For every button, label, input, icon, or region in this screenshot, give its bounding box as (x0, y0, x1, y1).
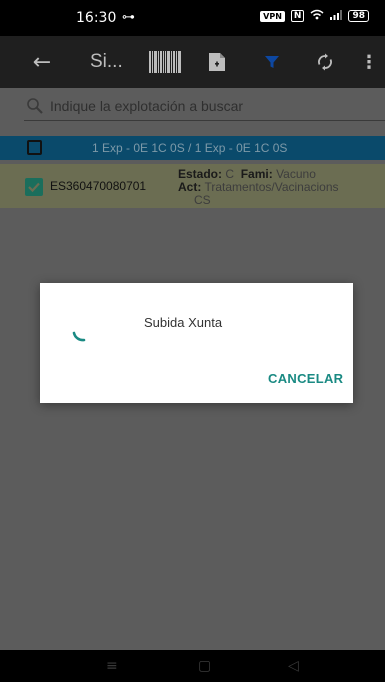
fami-value: Vacuno (276, 167, 316, 181)
item-checkbox[interactable] (25, 178, 43, 196)
overflow-menu-button[interactable]: ⋮ (360, 36, 378, 88)
battery-icon: 98 (348, 10, 369, 22)
search-bar (0, 88, 385, 124)
list-item[interactable]: ES360470080701 Estado: C Fami: Vacuno Ac… (0, 164, 385, 208)
select-all-checkbox[interactable] (27, 140, 42, 155)
status-indicators: VPN N 98 (260, 9, 369, 23)
back-button[interactable]: ← (28, 36, 56, 88)
act-value-continued: CS (194, 193, 211, 207)
file-save-icon (209, 53, 225, 71)
list-header-row[interactable]: 1 Exp - 0E 1C 0S / 1 Exp - 0E 1C 0S (0, 136, 385, 160)
nav-back-icon[interactable]: ◁ (288, 658, 299, 674)
barcode-icon (149, 51, 181, 73)
wifi-icon (310, 9, 324, 23)
cancel-button[interactable]: CANCELAR (268, 371, 343, 386)
estado-label: Estado: (178, 167, 223, 181)
check-icon (28, 182, 40, 193)
signal-icon (330, 9, 343, 23)
dialog-message: Subida Xunta (144, 315, 223, 330)
search-icon (27, 98, 43, 114)
vpn-icon: VPN (260, 10, 285, 22)
fami-label: Fami: (240, 167, 273, 181)
act-value: Tratamentos/Vacinacions (204, 180, 339, 194)
item-details: Estado: C Fami: Vacuno Act: Tratamentos/… (178, 168, 385, 207)
sync-button[interactable] (314, 36, 336, 88)
estado-value: C (225, 167, 235, 181)
sync-icon (318, 53, 332, 71)
progress-dialog: Subida Xunta CANCELAR (40, 283, 353, 403)
save-file-button[interactable] (206, 36, 228, 88)
barcode-scan-button[interactable] (148, 36, 182, 88)
filter-button[interactable] (260, 36, 284, 88)
nfc-icon: N (290, 10, 305, 22)
status-bar: 16:30 ⊶ VPN N 98 (0, 0, 385, 36)
list-summary: 1 Exp - 0E 1C 0S / 1 Exp - 0E 1C 0S (92, 141, 288, 155)
search-underline (24, 120, 385, 121)
system-nav-bar: ≡ ▢ ◁ (0, 650, 385, 682)
filter-icon (265, 56, 279, 68)
app-toolbar: ← Si... ⋮ (0, 36, 385, 88)
act-label: Act: (178, 180, 202, 194)
status-time: 16:30 (76, 10, 117, 26)
loading-spinner-icon (72, 331, 86, 342)
search-input[interactable] (50, 94, 370, 118)
key-icon: ⊶ (122, 10, 135, 25)
home-icon[interactable]: ▢ (198, 658, 211, 674)
recent-apps-icon[interactable]: ≡ (106, 658, 118, 674)
page-title: Si... (90, 51, 123, 72)
item-code: ES360470080701 (50, 179, 147, 193)
